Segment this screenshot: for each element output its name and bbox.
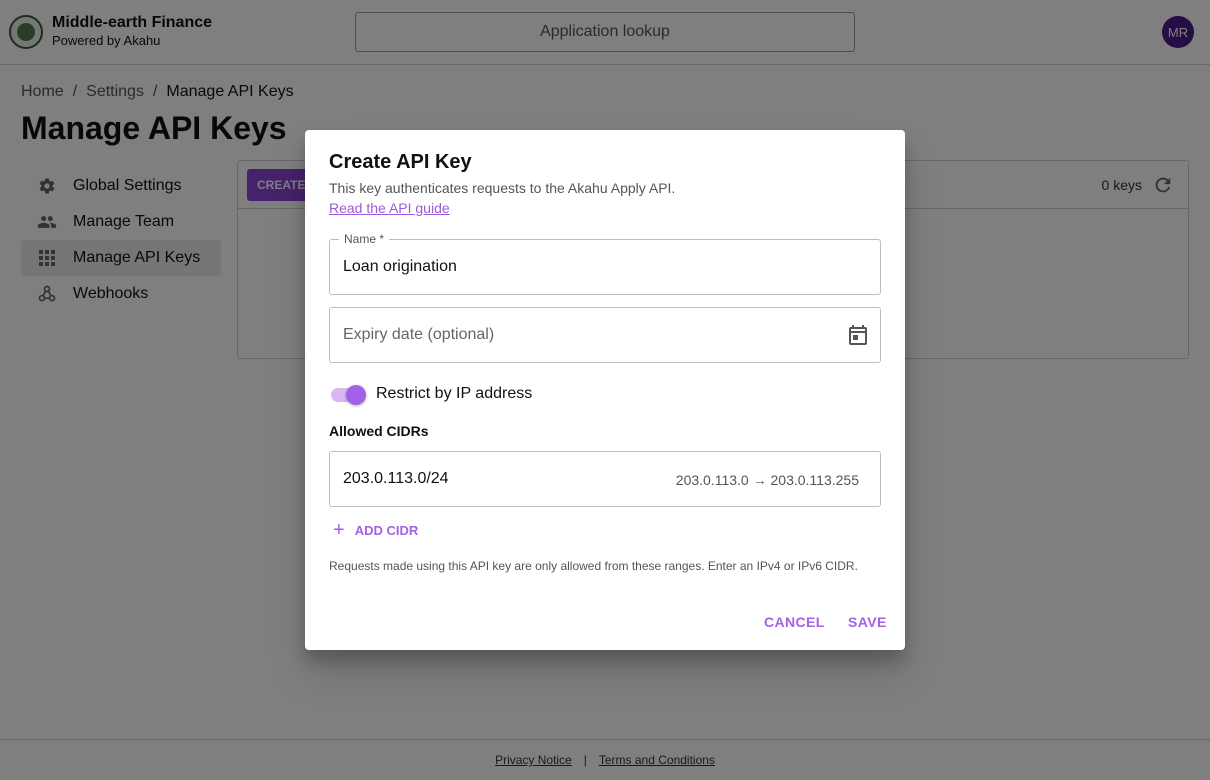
cidr-help-text: Requests made using this API key are onl… (329, 559, 858, 573)
dialog-description: This key authenticates requests to the A… (329, 180, 676, 196)
name-field-label: Name * (339, 232, 390, 246)
save-button[interactable]: SAVE (848, 614, 887, 630)
cidr-input[interactable]: 203.0.113.0/24 (343, 470, 449, 488)
add-cidr-button[interactable]: + ADD CIDR (333, 519, 418, 541)
api-guide-link[interactable]: Read the API guide (329, 200, 450, 216)
restrict-ip-label[interactable]: Restrict by IP address (376, 385, 532, 403)
name-field[interactable]: Name * Loan origination (329, 232, 881, 295)
calendar-icon[interactable] (846, 323, 870, 347)
cidr-field[interactable]: 203.0.113.0/24 203.0.113.0 → 203.0.113.2… (329, 451, 881, 507)
expiry-date-field[interactable]: Expiry date (optional) (329, 307, 881, 363)
toggle-thumb (346, 385, 366, 405)
add-cidr-label: ADD CIDR (354, 522, 419, 538)
name-input[interactable]: Loan origination (343, 258, 457, 276)
cancel-button[interactable]: CANCEL (764, 614, 825, 630)
dialog-title: Create API Key (329, 151, 472, 173)
create-api-key-dialog: Create API Key This key authenticates re… (305, 130, 905, 650)
expiry-date-placeholder: Expiry date (optional) (343, 326, 495, 343)
cidr-range: 203.0.113.0 → 203.0.113.255 (675, 472, 859, 488)
plus-icon: + (333, 519, 345, 541)
allowed-cidrs-heading: Allowed CIDRs (329, 423, 429, 439)
restrict-ip-toggle[interactable] (329, 384, 367, 406)
